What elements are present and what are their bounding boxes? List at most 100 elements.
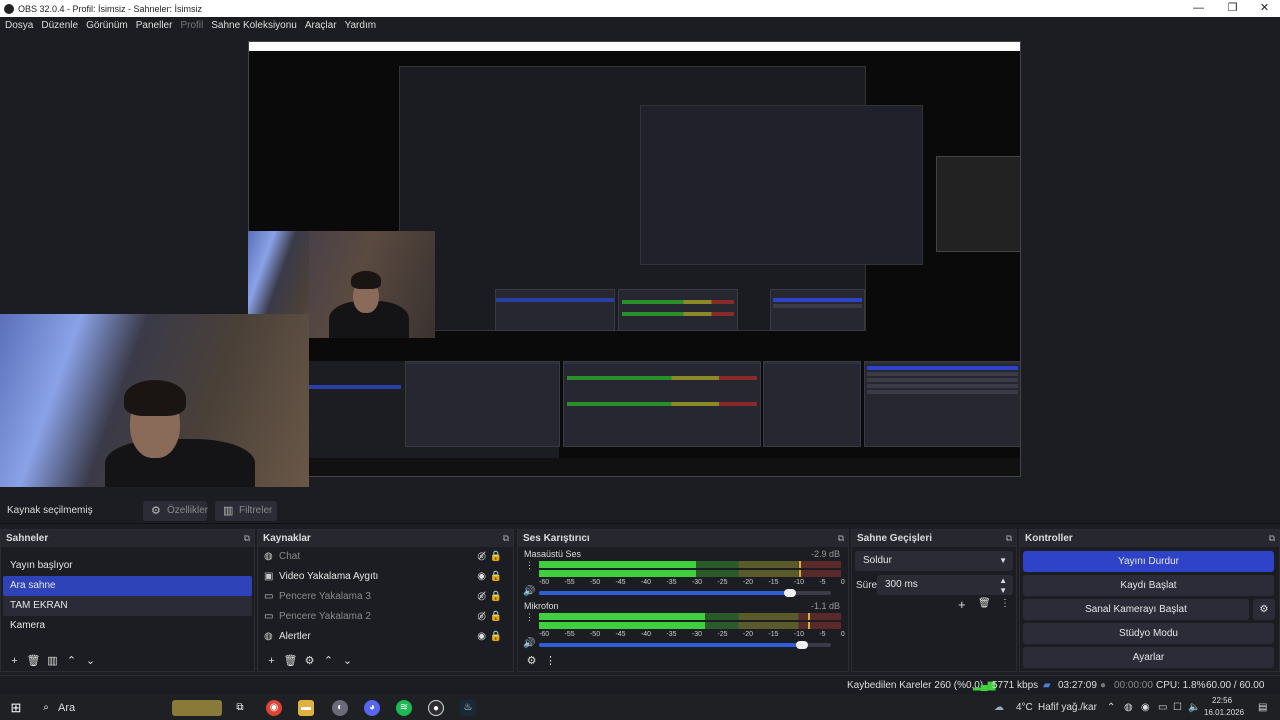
restore-button[interactable]: ❐ xyxy=(1216,0,1249,17)
clock-date[interactable]: 16.01.2026 xyxy=(1204,708,1244,717)
scale-tick: 0 xyxy=(840,631,845,638)
settings-button[interactable]: Ayarlar xyxy=(1023,647,1274,668)
taskbar-search[interactable]: Ara xyxy=(58,702,75,714)
source-item[interactable]: ◍ Alertler ◉ 🔒 xyxy=(258,627,513,647)
menu-help[interactable]: Yardım xyxy=(345,20,377,31)
volume-slider[interactable] xyxy=(539,641,831,649)
remove-scene-icon[interactable]: 🗑 xyxy=(24,654,43,667)
move-up-icon[interactable]: ⌃ xyxy=(62,654,81,667)
source-item[interactable]: ▭ Pencere Yakalama 3 ◎̸ 🔒 xyxy=(258,587,513,607)
eye-icon[interactable]: ◉ xyxy=(477,567,486,587)
undock-icon[interactable]: ⧉ xyxy=(503,530,509,547)
menu-tools[interactable]: Araçlar xyxy=(305,20,337,31)
undock-icon[interactable]: ⧉ xyxy=(1269,530,1275,547)
clock-time[interactable]: 22:56 xyxy=(1212,696,1232,705)
channel-menu-icon[interactable]: ⋮ xyxy=(525,560,534,571)
lock-icon[interactable]: 🔒 xyxy=(490,547,502,567)
steam-icon[interactable]: ♨ xyxy=(460,700,476,716)
remove-source-icon[interactable]: 🗑 xyxy=(281,654,300,667)
eye-hidden-icon[interactable]: ◎̸ xyxy=(477,607,486,627)
virtualcam-settings-button[interactable]: ⚙ xyxy=(1253,599,1275,620)
tray-overflow-icon[interactable]: ⌃ xyxy=(1107,695,1115,720)
scene-item-selected[interactable]: Ara sahne xyxy=(3,576,252,596)
obs-icon[interactable]: ● xyxy=(428,700,444,716)
properties-button[interactable]: ⚙ Özellikler xyxy=(143,501,208,521)
menu-scene-collection[interactable]: Sahne Koleksiyonu xyxy=(211,20,297,31)
scene-item[interactable]: Yayın başlıyor xyxy=(3,556,252,576)
app-icon[interactable]: ◐ xyxy=(332,700,348,716)
speaker-icon[interactable]: 🔊 xyxy=(523,638,535,649)
close-button[interactable]: ✕ xyxy=(1248,0,1280,17)
task-view-icon[interactable]: ⧉ xyxy=(232,700,248,716)
search-icon[interactable]: ⌕ xyxy=(38,700,54,716)
scale-tick: -55 xyxy=(564,631,575,638)
remove-transition-icon[interactable]: 🗑 xyxy=(978,598,991,609)
volume-icon[interactable]: 🔈 xyxy=(1188,695,1200,720)
scale-tick: -30 xyxy=(691,631,703,638)
start-virtualcam-button[interactable]: Sanal Kamerayı Başlat xyxy=(1023,599,1249,620)
spotify-icon[interactable]: ≋ xyxy=(396,700,412,716)
chrome-icon[interactable]: ◉ xyxy=(266,700,282,716)
scene-filters-icon[interactable]: ▥ xyxy=(43,654,62,667)
menu-view[interactable]: Görünüm xyxy=(86,20,128,31)
speaker-icon[interactable]: 🔊 xyxy=(523,586,535,597)
lock-icon[interactable]: 🔒 xyxy=(490,627,502,647)
scene-item[interactable]: Kamera xyxy=(3,616,252,636)
add-source-icon[interactable]: + xyxy=(262,655,281,667)
volume-knob[interactable] xyxy=(784,589,797,597)
transition-menu-icon[interactable]: ⋮ xyxy=(1000,598,1010,609)
windows-start-icon[interactable]: ⊞ xyxy=(8,700,24,716)
nested-controls-panel xyxy=(770,289,865,331)
stop-stream-button[interactable]: Yayını Durdur xyxy=(1023,551,1274,572)
lock-icon[interactable]: 🔒 xyxy=(490,607,502,627)
duration-spinbox[interactable]: 300 ms ▲ ▼ xyxy=(877,575,1013,595)
mixer-channel-mic: Mikrofon -1.1 dB ⋮ -60 -55 -50 -45 -40 -35 -30… xyxy=(518,599,848,651)
scale-tick: -10 xyxy=(793,579,804,586)
scale-tick: -25 xyxy=(717,579,728,586)
eye-icon[interactable]: ◉ xyxy=(477,627,486,647)
move-up-icon[interactable]: ⌃ xyxy=(319,654,338,667)
obs-logo-icon xyxy=(4,3,14,14)
source-item[interactable]: ▣ Video Yakalama Aygıtı ◉ 🔒 xyxy=(258,567,513,587)
tray-app-icon[interactable]: ◉ xyxy=(1141,695,1150,720)
volume-knob[interactable] xyxy=(795,641,808,649)
undock-icon[interactable]: ⧉ xyxy=(244,530,250,547)
volume-slider[interactable] xyxy=(539,589,831,597)
move-down-icon[interactable]: ⌄ xyxy=(81,654,100,667)
add-scene-icon[interactable]: + xyxy=(5,655,24,667)
eye-hidden-icon[interactable]: ◎̸ xyxy=(477,547,486,567)
move-down-icon[interactable]: ⌄ xyxy=(338,654,357,667)
start-record-button[interactable]: Kaydı Başlat xyxy=(1023,575,1274,596)
menu-edit[interactable]: Düzenle xyxy=(41,20,78,31)
notification-icon[interactable]: ▤ xyxy=(1258,695,1267,720)
discord-icon[interactable]: ◕ xyxy=(364,700,380,716)
source-settings-icon[interactable]: ⚙ xyxy=(300,654,319,667)
network-icon[interactable]: ☐ xyxy=(1173,695,1182,720)
scale-tick: -30 xyxy=(691,579,703,586)
scenes-title: Sahneler xyxy=(6,533,49,544)
scene-item[interactable]: TAM EKRAN xyxy=(3,596,252,616)
dropped-frames: Kaybedilen Kareler 260 (%0.0) xyxy=(847,680,984,691)
menu-docks[interactable]: Paneller xyxy=(136,20,173,31)
advanced-audio-icon[interactable]: ⚙ xyxy=(522,654,541,667)
filters-button[interactable]: ▥ Filtreler xyxy=(215,501,277,521)
source-toolbar: Kaynak seçilmemiş ⚙ Özellikler ▥ Filtrel… xyxy=(0,498,1280,524)
add-transition-icon[interactable]: + xyxy=(958,597,966,612)
eye-hidden-icon[interactable]: ◎̸ xyxy=(477,587,486,607)
minimize-button[interactable]: — xyxy=(1182,0,1215,17)
tray-app-icon[interactable]: ◍ xyxy=(1124,695,1133,720)
menu-file[interactable]: Dosya xyxy=(5,20,33,31)
mixer-menu-icon[interactable]: ⋮ xyxy=(541,654,560,667)
studio-mode-button[interactable]: Stüdyo Modu xyxy=(1023,623,1274,644)
undock-icon[interactable]: ⧉ xyxy=(838,530,844,547)
undock-icon[interactable]: ⧉ xyxy=(1006,530,1012,547)
source-item[interactable]: ◍ Chat ◎̸ 🔒 xyxy=(258,547,513,567)
channel-menu-icon[interactable]: ⋮ xyxy=(525,612,534,623)
lock-icon[interactable]: 🔒 xyxy=(490,567,502,587)
file-explorer-icon[interactable]: ▬ xyxy=(298,700,314,716)
source-item[interactable]: ▭ Pencere Yakalama 2 ◎̸ 🔒 xyxy=(258,607,513,627)
volume-row: 🔊 xyxy=(523,638,853,650)
battery-icon[interactable]: ▭ xyxy=(1158,695,1167,720)
lock-icon[interactable]: 🔒 xyxy=(490,587,502,607)
transition-select[interactable]: Soldur ▼ xyxy=(855,551,1013,571)
